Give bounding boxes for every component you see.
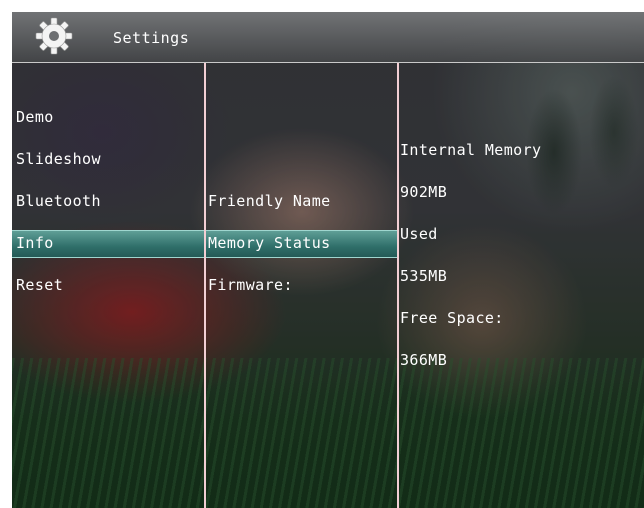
header-bar: Settings — [12, 12, 644, 63]
menu-item-info[interactable]: Info — [16, 234, 54, 252]
info-item-memory-status[interactable]: Memory Status — [208, 234, 331, 252]
background-grass — [12, 358, 644, 508]
page-title: Settings — [113, 29, 190, 47]
free-space-label: Free Space: — [400, 309, 504, 327]
gear-icon — [35, 17, 73, 55]
column-divider-left — [204, 63, 206, 508]
background-trees — [494, 42, 644, 302]
used-memory-label: Used — [400, 225, 438, 243]
menu-item-reset[interactable]: Reset — [16, 276, 63, 294]
menu-item-bluetooth[interactable]: Bluetooth — [16, 192, 101, 210]
used-memory-value: 535MB — [400, 267, 448, 285]
menu-item-slideshow[interactable]: Slideshow — [16, 150, 101, 168]
menu-item-demo[interactable]: Demo — [16, 108, 54, 126]
internal-memory-label: Internal Memory — [400, 141, 542, 159]
info-item-friendly-name[interactable]: Friendly Name — [208, 192, 331, 210]
info-item-firmware[interactable]: Firmware: — [208, 276, 293, 294]
free-space-value: 366MB — [400, 351, 448, 369]
column-divider-right — [397, 63, 399, 508]
settings-screen: Settings Demo Slideshow Bluetooth Info R… — [12, 12, 644, 508]
internal-memory-value: 902MB — [400, 183, 448, 201]
